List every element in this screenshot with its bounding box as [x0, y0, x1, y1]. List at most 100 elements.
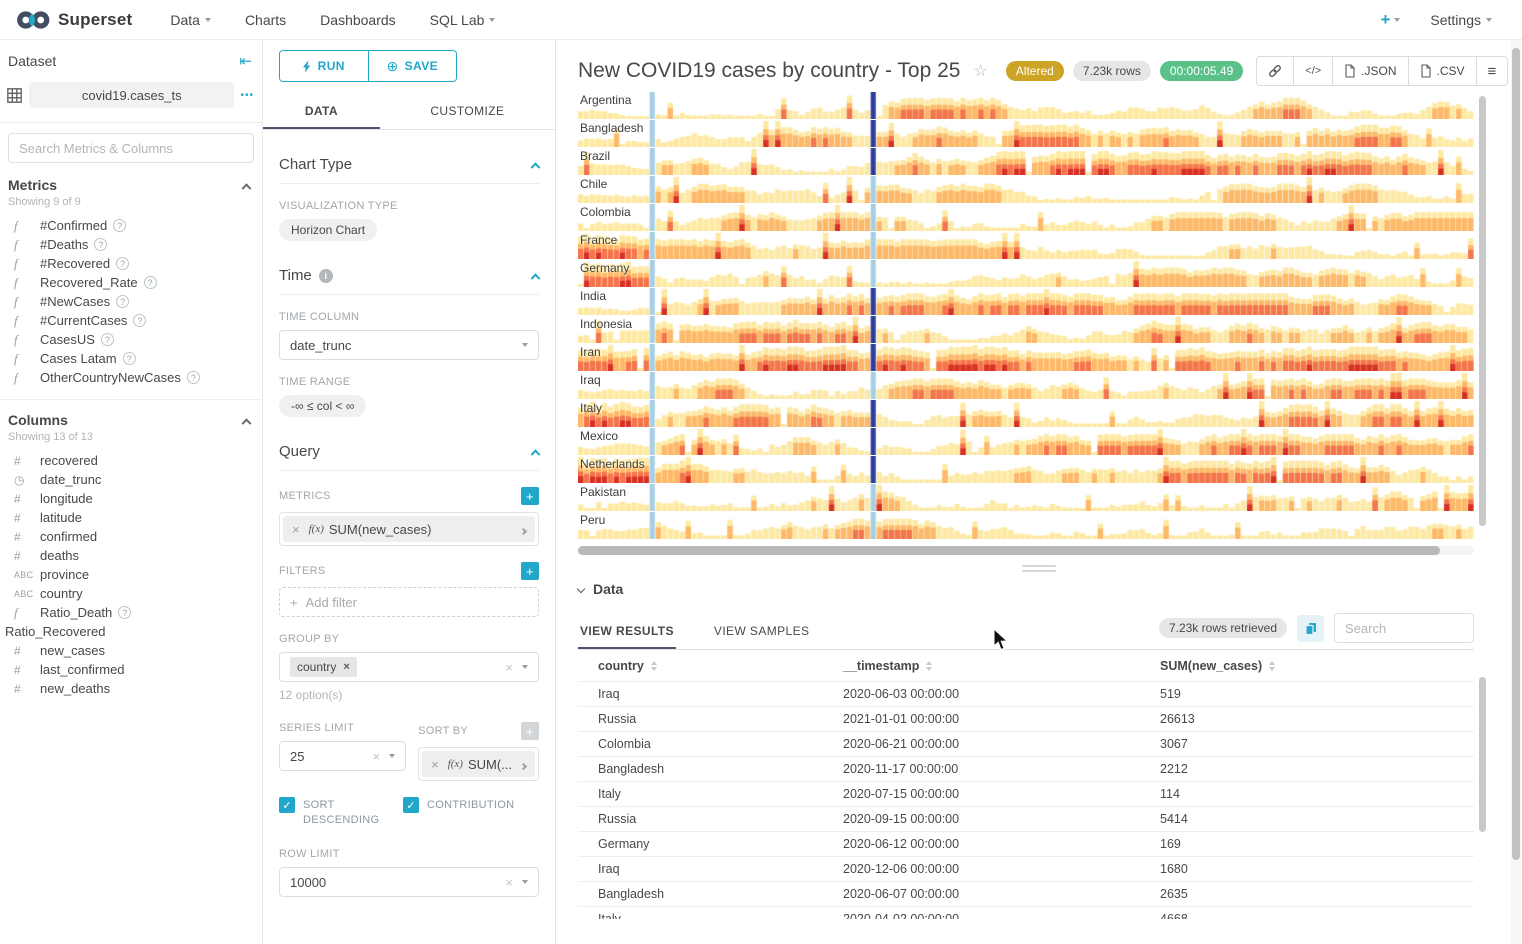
help-icon[interactable]: ? [101, 333, 114, 346]
horizon-row[interactable]: Colombia [578, 204, 1474, 231]
table-row[interactable]: Italy 2020-04-02 00:00:00 4668 [578, 906, 1474, 919]
time-column-select[interactable]: date_trunc [279, 330, 539, 360]
horizon-row[interactable]: Italy [578, 400, 1474, 427]
column-item[interactable]: ABC province ? [0, 565, 262, 584]
chevron-up-icon[interactable] [531, 273, 541, 283]
collapse-panel-icon[interactable]: ⇤ [239, 52, 252, 70]
horizon-row[interactable]: Iran [578, 344, 1474, 371]
page-scrollbar[interactable] [1511, 40, 1521, 944]
favorite-star-icon[interactable]: ☆ [973, 61, 987, 81]
sort-by-chip[interactable]: × f(x) SUM(... [422, 751, 535, 777]
metric-item[interactable]: f Recovered_Rate ? [0, 273, 262, 292]
horizon-row[interactable]: Argentina [578, 92, 1474, 119]
column-item[interactable]: f Ratio_Death ? [0, 603, 262, 622]
column-item[interactable]: # longitude ? [0, 489, 262, 508]
help-icon[interactable]: ? [123, 352, 136, 365]
row-limit-select[interactable]: 10000 × [279, 867, 539, 897]
run-button[interactable]: RUN [280, 51, 369, 81]
help-icon[interactable]: ? [94, 238, 107, 251]
help-icon[interactable]: ? [133, 314, 146, 327]
sort-icon[interactable] [651, 661, 657, 671]
nav-item[interactable]: Charts [245, 12, 286, 28]
chevron-up-icon[interactable] [242, 418, 252, 428]
table-row[interactable]: Russia 2021-01-01 00:00:00 26613 [578, 706, 1474, 731]
column-item[interactable]: # last_confirmed ? [0, 660, 262, 679]
contribution-checkbox[interactable]: ✓ CONTRIBUTION [403, 797, 514, 828]
column-header-country[interactable]: country [598, 659, 644, 673]
help-icon[interactable]: ? [118, 606, 131, 619]
tab-data[interactable]: DATA [263, 94, 380, 129]
column-item[interactable]: # new_deaths ? [0, 679, 262, 698]
horizon-row[interactable]: Germany [578, 260, 1474, 287]
table-row[interactable]: Russia 2020-09-15 00:00:00 5414 [578, 806, 1474, 831]
metric-chip[interactable]: × f(x) SUM(new_cases) [283, 516, 535, 542]
column-item[interactable]: # new_cases ? [0, 641, 262, 660]
data-collapse-header[interactable]: Data [578, 581, 1474, 597]
nav-item[interactable]: SQL Lab [430, 12, 496, 28]
checkbox-checked-icon[interactable]: ✓ [403, 797, 419, 813]
chevron-up-icon[interactable] [242, 183, 252, 193]
superset-logo[interactable]: Superset [16, 9, 132, 31]
add-filter-button[interactable]: + [521, 562, 539, 580]
column-item[interactable]: # recovered ? [0, 451, 262, 470]
column-item[interactable]: # confirmed ? [0, 527, 262, 546]
horizon-row[interactable]: Iraq [578, 372, 1474, 399]
horizon-row[interactable]: Chile [578, 176, 1474, 203]
checkbox-checked-icon[interactable]: ✓ [279, 797, 295, 813]
save-button[interactable]: ⊕ SAVE [369, 51, 457, 81]
table-row[interactable]: Germany 2020-06-12 00:00:00 169 [578, 831, 1474, 856]
panel-resize-handle[interactable] [556, 555, 1522, 581]
metric-item[interactable]: f #Deaths ? [0, 235, 262, 254]
remove-tag-icon[interactable]: × [343, 661, 349, 673]
sort-icon[interactable] [926, 661, 932, 671]
clear-icon[interactable]: × [505, 661, 513, 674]
column-item[interactable]: ABC country ? [0, 584, 262, 603]
metric-item[interactable]: f #Recovered ? [0, 254, 262, 273]
time-range-value[interactable]: -∞ ≤ col < ∞ [279, 395, 366, 417]
sort-icon[interactable] [1269, 661, 1275, 671]
nav-item[interactable]: Dashboards [320, 12, 396, 28]
remove-sort-icon[interactable]: × [422, 757, 448, 772]
horizon-row[interactable]: Bangladesh [578, 120, 1474, 147]
embed-code-button[interactable]: </> [1293, 57, 1332, 85]
horizon-row[interactable]: Indonesia [578, 316, 1474, 343]
metric-item[interactable]: f OtherCountryNewCases ? [0, 368, 262, 387]
column-item[interactable]: # deaths ? [0, 546, 262, 565]
copy-link-button[interactable] [1257, 57, 1293, 85]
help-icon[interactable]: ? [144, 276, 157, 289]
add-sort-button[interactable]: + [521, 722, 539, 740]
chart-vertical-scrollbar[interactable] [1479, 96, 1486, 526]
chart-horizontal-scrollbar[interactable] [578, 546, 1474, 555]
help-icon[interactable]: ? [187, 371, 200, 384]
export-csv-button[interactable]: .CSV [1408, 57, 1476, 85]
export-json-button[interactable]: .JSON [1332, 57, 1407, 85]
table-row[interactable]: Bangladesh 2020-11-17 00:00:00 2212 [578, 756, 1474, 781]
results-search-input[interactable] [1334, 613, 1474, 643]
dataset-more-icon[interactable]: ••• [240, 90, 254, 101]
group-by-select[interactable]: country × × [279, 652, 539, 682]
chart-menu-button[interactable]: ≡ [1476, 57, 1508, 85]
copy-results-button[interactable] [1297, 615, 1324, 642]
search-metrics-columns-input[interactable] [8, 133, 254, 163]
horizon-row[interactable]: Mexico [578, 428, 1474, 455]
horizon-row[interactable]: France [578, 232, 1474, 259]
column-item[interactable]: # latitude ? [0, 508, 262, 527]
help-icon[interactable]: ? [113, 219, 126, 232]
table-row[interactable]: Iraq 2020-06-03 00:00:00 519 [578, 681, 1474, 706]
chevron-up-icon[interactable] [531, 162, 541, 172]
metric-item[interactable]: f #Confirmed ? [0, 216, 262, 235]
help-icon[interactable]: ? [116, 295, 129, 308]
metric-item[interactable]: f #NewCases ? [0, 292, 262, 311]
nav-item[interactable]: Data [170, 12, 211, 28]
dataset-name[interactable]: covid19.cases_ts [29, 82, 234, 108]
table-row[interactable]: Italy 2020-07-15 00:00:00 114 [578, 781, 1474, 806]
tab-view-samples[interactable]: VIEW SAMPLES [712, 614, 812, 649]
sort-descending-checkbox[interactable]: ✓ SORT DESCENDING [279, 797, 381, 828]
help-icon[interactable]: ? [116, 257, 129, 270]
column-header-sum-new-cases[interactable]: SUM(new_cases) [1160, 659, 1262, 673]
horizon-row[interactable]: Netherlands [578, 456, 1474, 483]
add-filter-dropzone[interactable]: + Add filter [279, 587, 539, 617]
metric-item[interactable]: f #CurrentCases ? [0, 311, 262, 330]
clear-icon[interactable]: × [505, 876, 513, 889]
horizon-row[interactable]: Pakistan [578, 484, 1474, 511]
